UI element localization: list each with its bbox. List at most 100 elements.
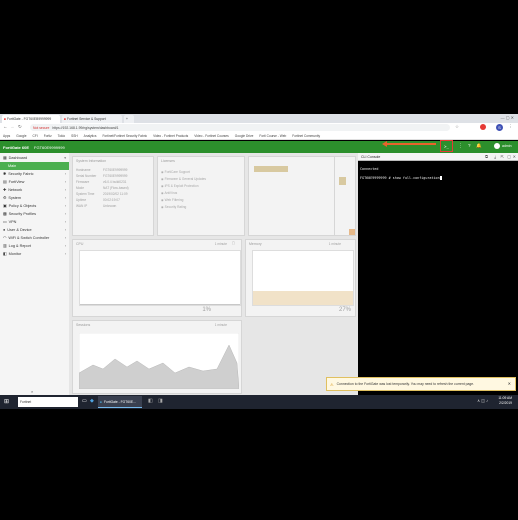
close-icon[interactable]: ✕ — [513, 154, 516, 159]
widget-title: CPU — [76, 242, 84, 246]
sidebar-item-main[interactable]: Main — [0, 162, 69, 170]
bell-icon[interactable]: 🔔 — [476, 143, 482, 149]
maximize-icon[interactable]: ▢ — [507, 154, 511, 159]
status-widget — [248, 156, 344, 236]
sidebar-item-system[interactable]: ⚙ System › — [0, 194, 69, 202]
bookmark-item[interactable]: Fortinet/Fortinet Security Fabric — [102, 134, 147, 138]
warning-icon: ⚠ — [330, 381, 334, 387]
license-item: ◉ AntiVirus — [161, 191, 178, 195]
new-tab-button[interactable]: + — [124, 115, 134, 123]
not-secure-badge: Not secure — [33, 125, 50, 130]
bookmark-item[interactable]: Video - Fortinet Courses — [194, 134, 229, 138]
memory-area — [253, 291, 353, 305]
back-icon[interactable]: ← — [3, 124, 8, 129]
cpu-value: 1% — [202, 307, 211, 313]
sidebar-item-monitor[interactable]: ◧ Monitor › — [0, 250, 69, 258]
sidebar-item-user-device[interactable]: ● User & Device › — [0, 226, 69, 234]
dashboard-icon: ▦ — [3, 156, 7, 161]
annotation-arrow-head — [382, 141, 387, 147]
extension-icon[interactable] — [480, 124, 486, 130]
url-text: https://192.168.1.99/ng/system/dashboard… — [52, 125, 119, 130]
monitor-icon: ◧ — [3, 252, 7, 257]
chevron-right-icon: › — [64, 235, 66, 240]
bookmark-item[interactable]: Fortinet Community — [292, 134, 320, 138]
sidebar-item-fortiview[interactable]: ▤ FortiView › — [0, 178, 69, 186]
sidebar-item-vpn[interactable]: ▭ VPN › — [0, 218, 69, 226]
cli-console-button[interactable]: >_ — [440, 140, 453, 152]
alert-marker — [349, 229, 355, 235]
taskbar-window-button[interactable]: ● FortiGate - FGT60E... — [98, 396, 142, 408]
tab-fortigate[interactable]: ■ FortiGate - FGT60EB9999999 — [2, 115, 60, 123]
chevron-right-icon: › — [64, 179, 66, 184]
fortinet-favicon-icon: ■ — [64, 117, 66, 121]
fortigate-logo: FortiGate 60E — [3, 144, 30, 150]
chevron-right-icon: › — [64, 203, 66, 208]
terminal-icon: >_ — [444, 143, 449, 149]
chevron-down-icon: ▾ — [64, 155, 66, 160]
bookmark-item[interactable]: Analytics — [84, 134, 97, 138]
star-icon[interactable]: ☆ — [455, 124, 459, 130]
pinned-app-icon[interactable]: ◧ — [148, 398, 153, 404]
tab-support[interactable]: ■ Fortinet Service & Support — [62, 115, 122, 123]
sessions-chart — [79, 333, 239, 389]
sidebar-item-security-fabric[interactable]: ✱ Security Fabric › — [0, 170, 69, 178]
copy-icon[interactable]: ⧉ — [485, 154, 488, 159]
close-icon[interactable]: ✕ — [508, 381, 511, 386]
bookmark-item[interactable]: Video - Fortinet Products — [153, 134, 188, 138]
system-info-widget: System Information Hostname FGT60E9999999… — [72, 156, 154, 236]
bookmark-item[interactable]: Tokio — [58, 134, 65, 138]
search-icon[interactable]: ⌕ — [31, 389, 33, 394]
cpu-chart — [79, 250, 241, 306]
url-input[interactable]: Not secure https://192.168.1.99/ng/syste… — [30, 124, 450, 131]
sidebar-item-log-report[interactable]: ▥ Log & Report › — [0, 242, 69, 250]
fortinet-favicon-icon: ■ — [4, 117, 6, 121]
taskbar-search-input[interactable]: Fortinet — [18, 397, 78, 407]
forward-icon[interactable]: → — [10, 124, 15, 129]
folder-icon — [339, 177, 346, 185]
time-range-select[interactable]: 1 minute — [329, 242, 341, 246]
vpn-icon: ▭ — [3, 220, 7, 225]
expand-icon[interactable]: ▢ — [232, 241, 235, 245]
app-icon[interactable]: ◆ — [90, 398, 94, 404]
bookmark-item[interactable]: Google Drive — [235, 134, 254, 138]
window-controls[interactable]: — ▢ ✕ — [501, 115, 514, 120]
cli-prompt-line[interactable]: FGT60E9999999 # show full-configuration — [360, 176, 442, 180]
user-name[interactable]: admin — [502, 144, 512, 148]
widget-title: Sessions — [76, 323, 91, 327]
bookmark-item[interactable]: Fortiz — [44, 134, 52, 138]
plus-icon: + — [126, 117, 128, 121]
help-icon[interactable]: ? — [468, 143, 471, 148]
sidebar-item-dashboard[interactable]: ▦ Dashboard ▾ — [0, 154, 69, 162]
bookmark-item[interactable]: Apps — [3, 134, 10, 138]
widget-title: Memory — [249, 242, 262, 246]
bookmark-item[interactable]: CFI — [33, 134, 38, 138]
license-item: ◉ FortiCare Support — [161, 170, 191, 174]
popout-icon[interactable]: ⇱ — [501, 154, 504, 159]
sidebar-item-network[interactable]: ✚ Network › — [0, 186, 69, 194]
sidebar-item-security-profiles[interactable]: ▩ Security Profiles › — [0, 210, 69, 218]
hostname-label: FGT60E9999999 — [34, 144, 65, 150]
bookmark-item[interactable]: Google — [16, 134, 26, 138]
user-icon: ● — [3, 227, 6, 232]
browser-menu-icon[interactable]: ⋮ — [508, 124, 513, 130]
reload-icon[interactable]: ↻ — [18, 124, 22, 130]
task-view-icon[interactable]: ▭ — [82, 398, 87, 404]
policy-icon: ▣ — [3, 204, 7, 209]
windows-start-icon[interactable]: ⊞ — [4, 398, 9, 405]
download-icon[interactable]: ⤓ — [494, 154, 496, 159]
avatar[interactable]: S — [496, 124, 503, 131]
sidebar-item-wifi-switch[interactable]: ◠ WiFi & Switch Controller › — [0, 234, 69, 242]
taskbar-clock[interactable]: 11:09 AM 2/2/2019 — [498, 396, 512, 406]
tray-icons[interactable]: ∧ ◫ ♪ — [477, 398, 488, 403]
time-range-select[interactable]: 1 minute — [215, 323, 227, 327]
pinned-app-icon[interactable]: ◨ — [158, 398, 163, 404]
time-range-select[interactable]: 1 minute — [215, 242, 227, 246]
sidebar-item-policy-objects[interactable]: ▣ Policy & Objects › — [0, 202, 69, 210]
more-icon[interactable]: ⋮ — [458, 143, 463, 149]
cpu-widget: CPU 1 minute ▢ 1% — [72, 239, 242, 317]
log-icon: ▥ — [3, 244, 7, 249]
bookmark-item[interactable]: SSH — [71, 134, 78, 138]
bookmark-item[interactable]: Forti Course - Web — [259, 134, 286, 138]
license-item: ◉ IPS & Exploit Protection — [161, 184, 199, 188]
user-avatar[interactable] — [494, 143, 500, 149]
